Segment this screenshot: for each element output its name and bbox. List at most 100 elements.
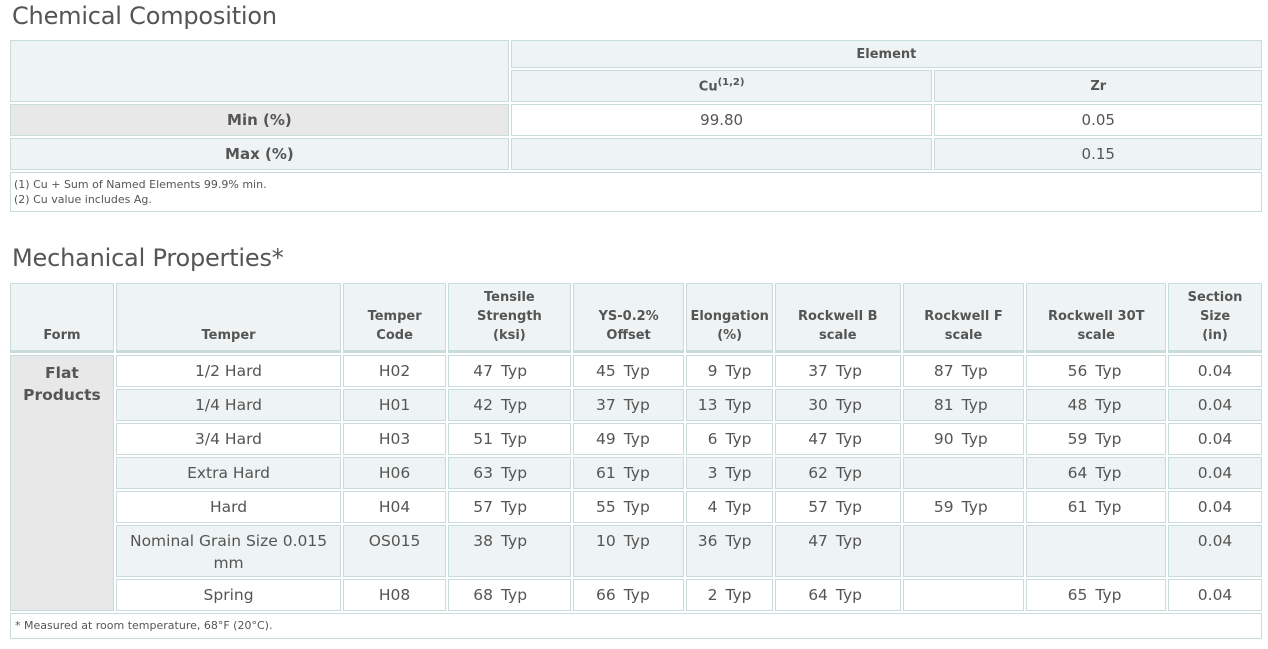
tensile-cell: 57 Typ	[448, 491, 571, 523]
temper-code-cell: H01	[343, 389, 446, 421]
rf-cell: 81 Typ	[902, 389, 1025, 421]
elong-value: 6	[707, 430, 718, 448]
rb-value: 62	[808, 464, 828, 482]
rb-value: 47	[808, 532, 828, 550]
max-zr-value: 0.15	[934, 138, 1262, 170]
typ-label: Typ	[501, 498, 528, 516]
header-rockwell-30t: Rockwell 30T scale	[1026, 283, 1167, 353]
rf-cell: 87 Typ	[902, 355, 1025, 387]
typ-label: Typ	[501, 396, 528, 414]
section-size-cell: 0.04	[1168, 525, 1262, 577]
r30t-value: 65	[1067, 586, 1088, 604]
table-row: 1/4 Hard H01 42 Typ 37 Typ 13 Typ 30 Typ 81 Typ 48 Ty…	[10, 389, 1262, 421]
min-cu-value: 99.80	[510, 104, 933, 136]
typ-label: Typ	[501, 464, 528, 482]
chem-header-blank	[10, 40, 509, 102]
tensile-cell: 42 Typ	[448, 389, 571, 421]
rb-cell: 47 Typ	[774, 423, 901, 455]
chemical-composition-title: Chemical Composition	[12, 2, 277, 30]
typ-label: Typ	[725, 464, 752, 482]
typ-label: Typ	[1095, 430, 1122, 448]
typ-label: Typ	[835, 586, 862, 604]
ys-cell: 45 Typ	[572, 355, 685, 387]
table-row: Extra Hard H06 63 Typ 61 Typ 3 Typ 62 Typ 64 Typ 0.0…	[10, 457, 1262, 489]
min-zr-value: 0.05	[934, 104, 1262, 136]
tensile-cell: 68 Typ	[448, 579, 571, 611]
tensile-cell: 63 Typ	[448, 457, 571, 489]
typ-label: Typ	[725, 430, 752, 448]
chemical-composition-table: Element Cu(1,2) Zr Min (%) 99.80 0.05 Ma…	[8, 38, 1264, 214]
rb-value: 30	[808, 396, 828, 414]
rb-value: 47	[808, 430, 828, 448]
tensile-cell: 47 Typ	[448, 355, 571, 387]
rb-value: 57	[808, 498, 828, 516]
r30t-cell: 64 Typ	[1026, 457, 1167, 489]
typ-label: Typ	[623, 464, 650, 482]
header-rockwell-f: Rockwell Fscale	[902, 283, 1025, 353]
typ-label: Typ	[501, 430, 528, 448]
elong-value: 4	[707, 498, 718, 516]
temper-code-cell: H03	[343, 423, 446, 455]
mechanical-footnote: * Measured at room temperature, 68°F (20…	[10, 613, 1262, 639]
typ-label: Typ	[623, 498, 650, 516]
rf-cell	[902, 457, 1025, 489]
r30t-value: 56	[1067, 362, 1088, 380]
section-size-cell: 0.04	[1168, 491, 1262, 523]
section-size-cell: 0.04	[1168, 579, 1262, 611]
section-size-cell: 0.04	[1168, 423, 1262, 455]
table-row: Spring H08 68 Typ 66 Typ 2 Typ 64 Typ 65 Typ 0.04	[10, 579, 1262, 611]
typ-label: Typ	[1095, 362, 1122, 380]
typ-label: Typ	[725, 396, 752, 414]
rf-cell: 59 Typ	[902, 491, 1025, 523]
rf-cell	[902, 579, 1025, 611]
ys-value: 49	[596, 430, 616, 448]
typ-label: Typ	[623, 532, 650, 550]
typ-label: Typ	[623, 362, 650, 380]
tensile-value: 68	[473, 586, 493, 604]
ys-value: 37	[596, 396, 616, 414]
temper-cell: 1/4 Hard	[115, 389, 342, 421]
ys-cell: 55 Typ	[572, 491, 685, 523]
tensile-value: 63	[473, 464, 493, 482]
ys-value: 10	[596, 532, 616, 550]
typ-label: Typ	[1095, 396, 1122, 414]
tensile-value: 38	[473, 532, 493, 550]
r30t-value: 64	[1067, 464, 1088, 482]
section-size-cell: 0.04	[1168, 389, 1262, 421]
typ-label: Typ	[501, 586, 528, 604]
r30t-cell: 48 Typ	[1026, 389, 1167, 421]
ys-cell: 37 Typ	[572, 389, 685, 421]
footnote-1: (1) Cu + Sum of Named Elements 99.9% min…	[14, 178, 267, 191]
elong-cell: 3 Typ	[686, 457, 773, 489]
typ-label: Typ	[725, 532, 752, 550]
ys-cell: 61 Typ	[572, 457, 685, 489]
rf-value: 90	[933, 430, 954, 448]
table-row: Hard H04 57 Typ 55 Typ 4 Typ 57 Typ 59 Typ 61 Typ 0.04	[10, 491, 1262, 523]
footnote-2: (2) Cu value includes Ag.	[14, 193, 152, 206]
rb-cell: 30 Typ	[774, 389, 901, 421]
row-label-min: Min (%)	[10, 104, 509, 136]
tensile-value: 57	[473, 498, 493, 516]
temper-code-cell: H04	[343, 491, 446, 523]
form-label-line-2: Products	[23, 386, 101, 404]
rb-cell: 64 Typ	[774, 579, 901, 611]
header-section-size: Section Size (in)	[1168, 283, 1262, 353]
tensile-value: 47	[473, 362, 493, 380]
rf-cell	[902, 525, 1025, 577]
temper-cell: 3/4 Hard	[115, 423, 342, 455]
temper-code-cell: H06	[343, 457, 446, 489]
typ-label: Typ	[725, 498, 752, 516]
elong-cell: 9 Typ	[686, 355, 773, 387]
ys-cell: 10 Typ	[572, 525, 685, 577]
temper-code-cell: H02	[343, 355, 446, 387]
typ-label: Typ	[961, 396, 988, 414]
ys-value: 61	[596, 464, 616, 482]
table-row: Flat Products 1/2 Hard H02 47 Typ 45 Typ 9 Typ 37 T…	[10, 355, 1262, 611]
table-row: Nominal Grain Size 0.015 mm OS015 38 Typ 10 T…	[10, 525, 1262, 577]
element-header: Element	[510, 40, 1262, 68]
element-column-zr: Zr	[934, 70, 1262, 102]
section-size-cell: 0.04	[1168, 457, 1262, 489]
section-size-cell: 0.04	[1168, 355, 1262, 387]
header-form: Form	[10, 283, 114, 353]
table-row: 3/4 Hard H03 51 Typ 49 Typ 6 Typ 47 Typ 90 Typ 59 Typ…	[10, 423, 1262, 455]
